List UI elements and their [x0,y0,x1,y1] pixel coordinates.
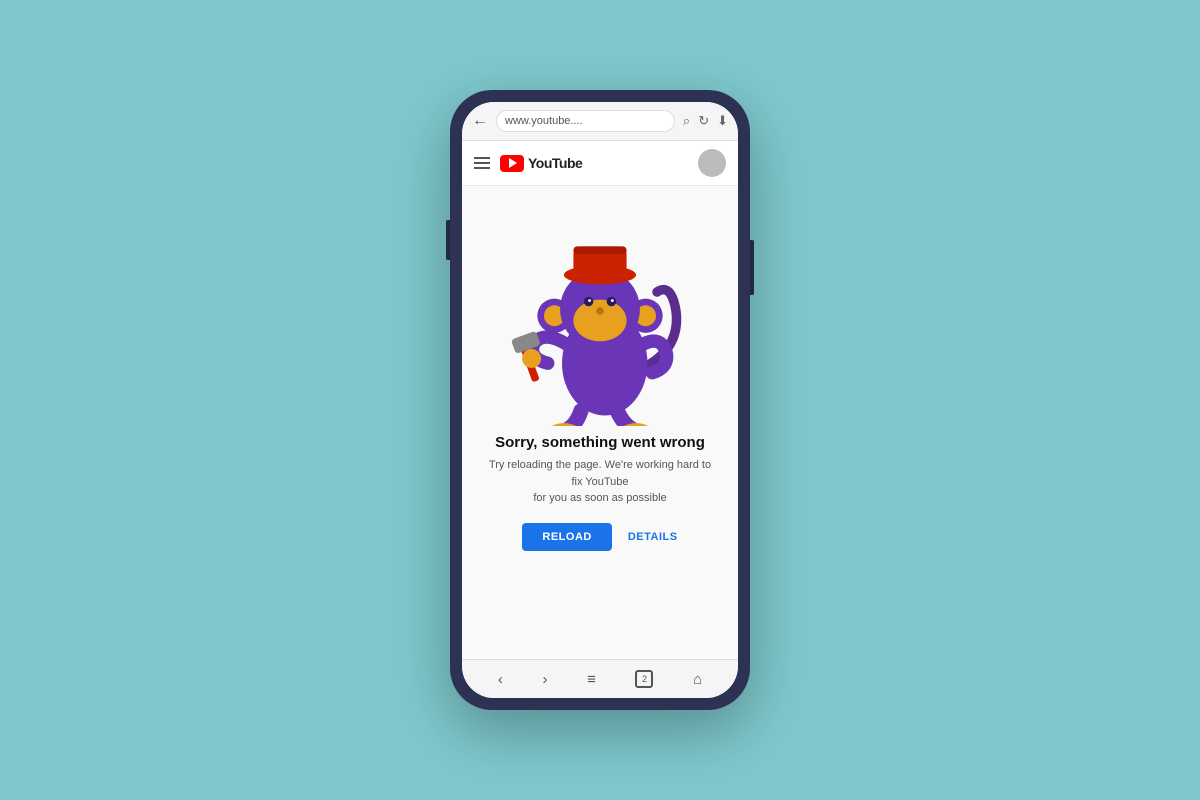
error-subtitle: Try reloading the page. We're working ha… [482,457,718,507]
browser-reload-icon[interactable]: ↻ [698,113,709,129]
phone-screen: ← www.youtube.... ⌕ ↻ ⬇ YouTube [462,102,738,698]
address-input[interactable]: www.youtube.... [496,110,675,132]
browser-download-icon[interactable]: ⬇ [717,113,728,129]
youtube-header: YouTube [462,141,738,186]
browser-action-icons: ⌕ ↻ ⬇ [683,113,728,129]
error-title: Sorry, something went wrong [495,434,705,451]
reload-button[interactable]: RELOAD [522,523,611,551]
youtube-logo[interactable]: YouTube [500,155,582,172]
user-avatar[interactable] [698,149,726,177]
hamburger-menu[interactable] [474,157,490,169]
nav-tabs-button[interactable]: 2 [635,670,653,688]
nav-back-button[interactable]: ‹ [498,671,503,688]
monkey-illustration [505,196,695,426]
browser-address-bar: ← www.youtube.... ⌕ ↻ ⬇ [462,102,738,141]
browser-back-button[interactable]: ← [472,112,488,130]
details-button[interactable]: DETAILS [628,531,678,543]
error-actions: RELOAD DETAILS [522,523,677,551]
nav-forward-button[interactable]: › [542,671,547,688]
youtube-play-icon [500,155,524,172]
youtube-logo-text: YouTube [528,155,582,171]
browser-search-icon[interactable]: ⌕ [683,113,690,129]
phone-frame: ← www.youtube.... ⌕ ↻ ⬇ YouTube [450,90,750,710]
nav-menu-button[interactable]: ≡ [587,671,596,688]
browser-bottom-nav: ‹ › ≡ 2 ⌂ [462,659,738,698]
nav-home-button[interactable]: ⌂ [693,671,702,688]
error-content: Sorry, something went wrong Try reloadin… [462,186,738,659]
youtube-header-left: YouTube [474,155,582,172]
